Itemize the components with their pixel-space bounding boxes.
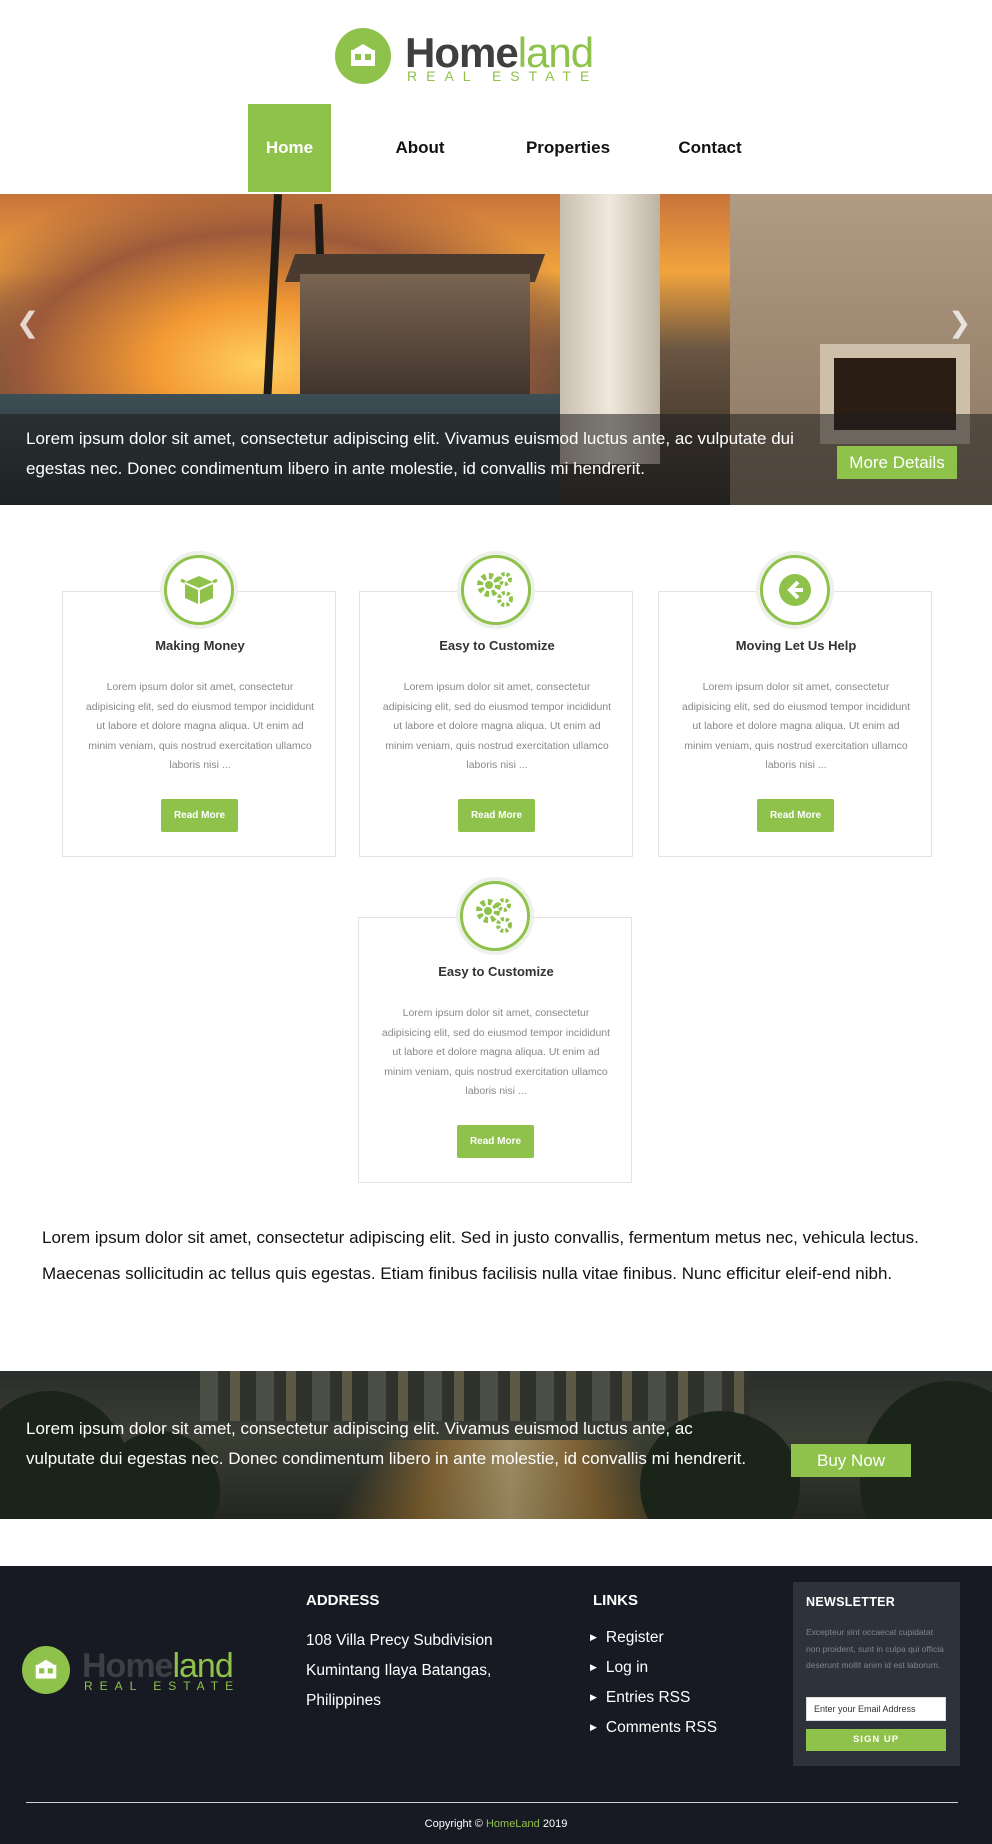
read-more-button[interactable]: Read More [457, 1125, 534, 1158]
read-more-button[interactable]: Read More [757, 799, 834, 832]
footer-divider [26, 1802, 958, 1803]
nav-item-properties[interactable]: Properties [509, 104, 627, 192]
footer-link-login[interactable]: ▶ Log in [590, 1659, 648, 1677]
newsletter-heading: NEWSLETTER [806, 1595, 896, 1609]
gears-icon [461, 555, 531, 625]
footer-link-entries-rss[interactable]: ▶ Entries RSS [590, 1689, 690, 1707]
feature-description: Lorem ipsum dolor sit amet, consectetur … [85, 681, 315, 771]
address-line: Kumintang Ilaya Batangas, [306, 1662, 492, 1679]
arrow-circle-left-icon [760, 555, 830, 625]
footer-link-label: Comments RSS [605, 1719, 718, 1736]
links-heading: LINKS [593, 1592, 638, 1609]
hero-caption-text: Lorem ipsum dolor sit amet, consectetur … [26, 429, 794, 478]
house-icon [22, 1646, 70, 1694]
main-nav: Home About Properties Contact [248, 104, 793, 192]
intro-paragraph: Lorem ipsum dolor sit amet, consectetur … [42, 1228, 919, 1283]
footer-link-label: Register [605, 1629, 664, 1646]
copyright-year: 2019 [542, 1818, 568, 1830]
feature-card: Making Money Lorem ipsum dolor sit amet,… [62, 555, 336, 857]
address-line: Philippines [306, 1692, 381, 1709]
buy-now-button[interactable]: Buy Now [791, 1444, 911, 1477]
feature-description: Lorem ipsum dolor sit amet, consectetur … [681, 681, 911, 771]
feature-title: Making Money [155, 638, 245, 653]
feature-title: Moving Let Us Help [735, 638, 857, 653]
footer-link-label: Entries RSS [605, 1689, 691, 1706]
site-logo[interactable]: Homeland REAL ESTATE [335, 28, 595, 88]
copyright-text: Copyright © HomeLand 2019 [0, 1818, 992, 1830]
footer-link-register[interactable]: ▶ Register [590, 1629, 664, 1647]
chevron-right-icon[interactable]: ❯ [948, 306, 971, 339]
logo-tagline: REAL ESTATE [84, 1679, 241, 1693]
house-icon [335, 28, 391, 84]
copyright-prefix: Copyright © [424, 1818, 483, 1830]
triangle-right-icon: ▶ [590, 1632, 597, 1642]
feature-description: Lorem ipsum dolor sit amet, consectetur … [382, 681, 612, 771]
more-details-button[interactable]: More Details [837, 446, 957, 479]
triangle-right-icon: ▶ [590, 1662, 597, 1672]
feature-card: Easy to Customize Lorem ipsum dolor sit … [359, 555, 633, 857]
address-heading: ADDRESS [306, 1592, 380, 1609]
chevron-left-icon[interactable]: ❮ [16, 306, 39, 339]
address-line: 108 Villa Precy Subdivision [306, 1632, 493, 1649]
gears-icon [460, 881, 530, 951]
nav-item-home[interactable]: Home [248, 104, 331, 192]
feature-description: Lorem ipsum dolor sit amet, consectetur … [381, 1007, 611, 1097]
newsletter-description: Excepteur sint occaecat cupidatat non pr… [806, 1627, 944, 1670]
footer-logo[interactable]: Homeland REAL ESTATE [22, 1646, 252, 1696]
nav-item-contact[interactable]: Contact [627, 104, 793, 192]
nav-item-about[interactable]: About [331, 104, 509, 192]
copyright-brand-link[interactable]: HomeLand [486, 1818, 540, 1830]
address-block: 108 Villa Precy Subdivision Kumintang Il… [306, 1626, 536, 1716]
footer-link-comments-rss[interactable]: ▶ Comments RSS [590, 1719, 717, 1737]
feature-card: Moving Let Us Help Lorem ipsum dolor sit… [658, 555, 932, 857]
footer-link-label: Log in [605, 1659, 649, 1676]
box-icon [164, 555, 234, 625]
read-more-button[interactable]: Read More [458, 799, 535, 832]
feature-title: Easy to Customize [439, 638, 555, 653]
triangle-right-icon: ▶ [590, 1722, 597, 1732]
triangle-right-icon: ▶ [590, 1692, 597, 1702]
newsletter-email-input[interactable] [806, 1697, 946, 1721]
feature-card: Easy to Customize Lorem ipsum dolor sit … [358, 881, 632, 1183]
feature-title: Easy to Customize [438, 964, 554, 979]
sign-up-button[interactable]: SIGN UP [806, 1729, 946, 1751]
read-more-button[interactable]: Read More [161, 799, 238, 832]
logo-tagline: REAL ESTATE [407, 68, 599, 84]
banner-text: Lorem ipsum dolor sit amet, consectetur … [26, 1419, 747, 1468]
